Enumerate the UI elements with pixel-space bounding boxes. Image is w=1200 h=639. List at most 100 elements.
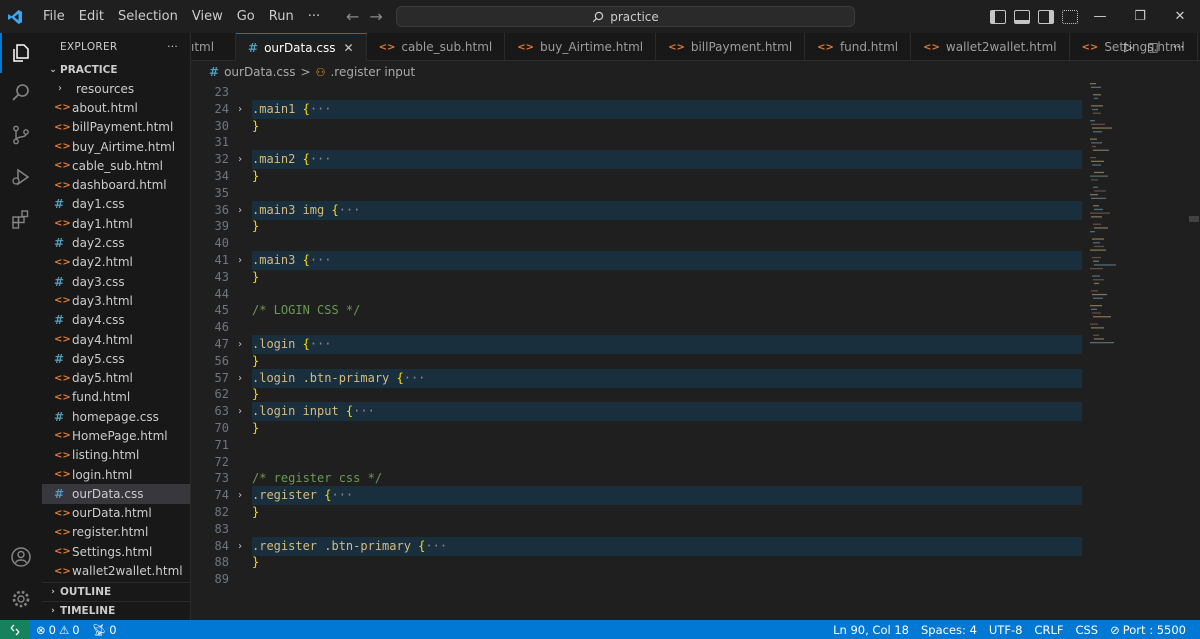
file-item[interactable]: <> HomePage.html: [42, 426, 190, 445]
timeline-section[interactable]: › TIMELINE: [42, 601, 191, 620]
minimap[interactable]: [1088, 83, 1188, 353]
toggle-secondary-sidebar-icon[interactable]: [1038, 9, 1054, 24]
file-item[interactable]: # day2.css: [42, 233, 190, 252]
file-item[interactable]: <> day3.html: [42, 291, 190, 310]
extensions-icon[interactable]: [0, 199, 42, 239]
folded-ellipsis[interactable]: ···: [425, 539, 447, 553]
file-item[interactable]: <> wallet2wallet.html: [42, 561, 190, 580]
cursor-position[interactable]: Ln 90, Col 18: [827, 623, 915, 637]
menu-item[interactable]: Edit: [72, 0, 111, 33]
editor-tab[interactable]: <> cable_sub.html: [367, 33, 506, 61]
file-item[interactable]: <> day1.html: [42, 214, 190, 233]
menu-item[interactable]: Run: [262, 0, 301, 33]
tab-label: cable_sub.html: [401, 40, 493, 54]
source-control-icon[interactable]: [0, 115, 42, 155]
minimap-line: [1094, 282, 1099, 285]
file-item[interactable]: <> buy_Airtime.html: [42, 137, 190, 156]
file-item[interactable]: # homepage.css: [42, 407, 190, 426]
folded-ellipsis[interactable]: ···: [404, 371, 426, 385]
editor-tab[interactable]: <> wallet2wallet.html: [911, 33, 1070, 61]
breadcrumb-file[interactable]: ourData.css: [224, 65, 295, 79]
remote-indicator-icon[interactable]: [0, 620, 30, 639]
language-mode[interactable]: CSS: [1069, 623, 1104, 637]
live-server-port[interactable]: ⊘ Port : 5500: [1104, 623, 1192, 637]
folded-ellipsis[interactable]: ···: [310, 253, 332, 267]
code-token: }: [252, 421, 260, 435]
more-actions-icon[interactable]: ···: [1173, 40, 1184, 54]
file-item[interactable]: # day3.css: [42, 272, 190, 291]
minimap-line: [1090, 231, 1095, 233]
menu-item[interactable]: View: [185, 0, 230, 33]
menu-item[interactable]: Go: [230, 0, 262, 33]
file-item[interactable]: # ourData.css: [42, 484, 190, 504]
problems-indicator[interactable]: ⊗ 0 ⚠ 0: [30, 623, 86, 637]
search-icon[interactable]: [0, 73, 42, 113]
file-item[interactable]: <> login.html: [42, 465, 190, 484]
minimap-line: [1090, 268, 1103, 270]
close-icon[interactable]: ✕: [1160, 9, 1200, 24]
tab-label: ıtml: [191, 40, 215, 54]
more-actions-icon[interactable]: ···: [167, 41, 178, 53]
folded-ellipsis[interactable]: ···: [310, 152, 332, 166]
accounts-icon[interactable]: [0, 537, 42, 577]
end-of-line[interactable]: CRLF: [1028, 623, 1069, 637]
file-item[interactable]: <> day2.html: [42, 253, 190, 272]
close-tab-icon[interactable]: ✕: [344, 41, 354, 55]
manage-gear-icon[interactable]: [0, 579, 42, 619]
html-file-icon: <>: [378, 41, 396, 53]
scrollbar-thumb[interactable]: [1189, 216, 1199, 222]
toggle-panel-icon[interactable]: [1014, 9, 1030, 24]
workspace-root[interactable]: ⌄ PRACTICE: [42, 60, 190, 79]
file-item[interactable]: <> dashboard.html: [42, 175, 190, 194]
command-center-search[interactable]: practice: [396, 6, 855, 27]
ports-indicator[interactable]: 📡︎ 0: [86, 623, 123, 637]
file-item[interactable]: <> ourData.html: [42, 504, 190, 523]
ports-count: 0: [109, 622, 117, 637]
minimap-line: [1093, 186, 1098, 188]
minimize-icon[interactable]: —: [1080, 9, 1120, 24]
menu-item[interactable]: File: [36, 0, 72, 33]
code-token: }: [252, 505, 260, 519]
editor-tab[interactable]: <> billPayment.html: [656, 33, 806, 61]
file-item[interactable]: <> day4.html: [42, 330, 190, 349]
folded-ellipsis[interactable]: ···: [339, 203, 361, 217]
run-icon[interactable]: ▷: [1124, 40, 1133, 54]
code-editor[interactable]: 23 24 › .main1 {··· 30} 31 32 › .main2 {··· 34} 35…: [191, 83, 1200, 620]
editor-tab[interactable]: # ourData.css ✕: [236, 33, 367, 61]
encoding[interactable]: UTF-8: [983, 623, 1029, 637]
file-item[interactable]: # day1.css: [42, 195, 190, 214]
file-item[interactable]: <> Settings.html: [42, 542, 190, 561]
customize-layout-icon[interactable]: [1062, 9, 1078, 24]
menu-item[interactable]: Selection: [111, 0, 185, 33]
back-arrow-icon[interactable]: ←: [346, 7, 359, 26]
folded-ellipsis[interactable]: ···: [310, 337, 332, 351]
indentation[interactable]: Spaces: 4: [915, 623, 983, 637]
editor-tab[interactable]: <> fund.html: [805, 33, 912, 61]
file-item[interactable]: <> cable_sub.html: [42, 156, 190, 175]
file-item[interactable]: <> day5.html: [42, 368, 190, 387]
minimap-line: [1093, 223, 1101, 225]
file-item[interactable]: <> billPayment.html: [42, 118, 190, 137]
file-item[interactable]: <> fund.html: [42, 388, 190, 407]
file-item[interactable]: › resources: [42, 79, 190, 98]
file-item[interactable]: # day4.css: [42, 311, 190, 330]
menu-item[interactable]: ···: [301, 0, 327, 33]
editor-tab[interactable]: <> buy_Airtime.html: [505, 33, 657, 61]
outline-section[interactable]: › OUTLINE: [42, 582, 191, 601]
folded-ellipsis[interactable]: ···: [353, 404, 375, 418]
file-item[interactable]: # day5.css: [42, 349, 190, 368]
file-item[interactable]: <> about.html: [42, 98, 190, 117]
file-item[interactable]: <> register.html: [42, 523, 190, 542]
folded-ellipsis[interactable]: ···: [331, 488, 353, 502]
restore-icon[interactable]: ❐: [1120, 9, 1160, 24]
split-editor-icon[interactable]: ◫: [1147, 40, 1158, 54]
chevron-down-icon: ⌄: [49, 64, 57, 75]
explorer-icon[interactable]: [0, 33, 42, 73]
editor-tab[interactable]: ıtml: [191, 33, 236, 61]
file-item[interactable]: <> listing.html: [42, 446, 190, 465]
breadcrumb-symbol[interactable]: .register input: [330, 65, 415, 79]
run-debug-icon[interactable]: [0, 157, 42, 197]
forward-arrow-icon[interactable]: →: [369, 7, 382, 26]
folded-ellipsis[interactable]: ···: [310, 102, 332, 116]
toggle-primary-sidebar-icon[interactable]: [990, 9, 1006, 24]
